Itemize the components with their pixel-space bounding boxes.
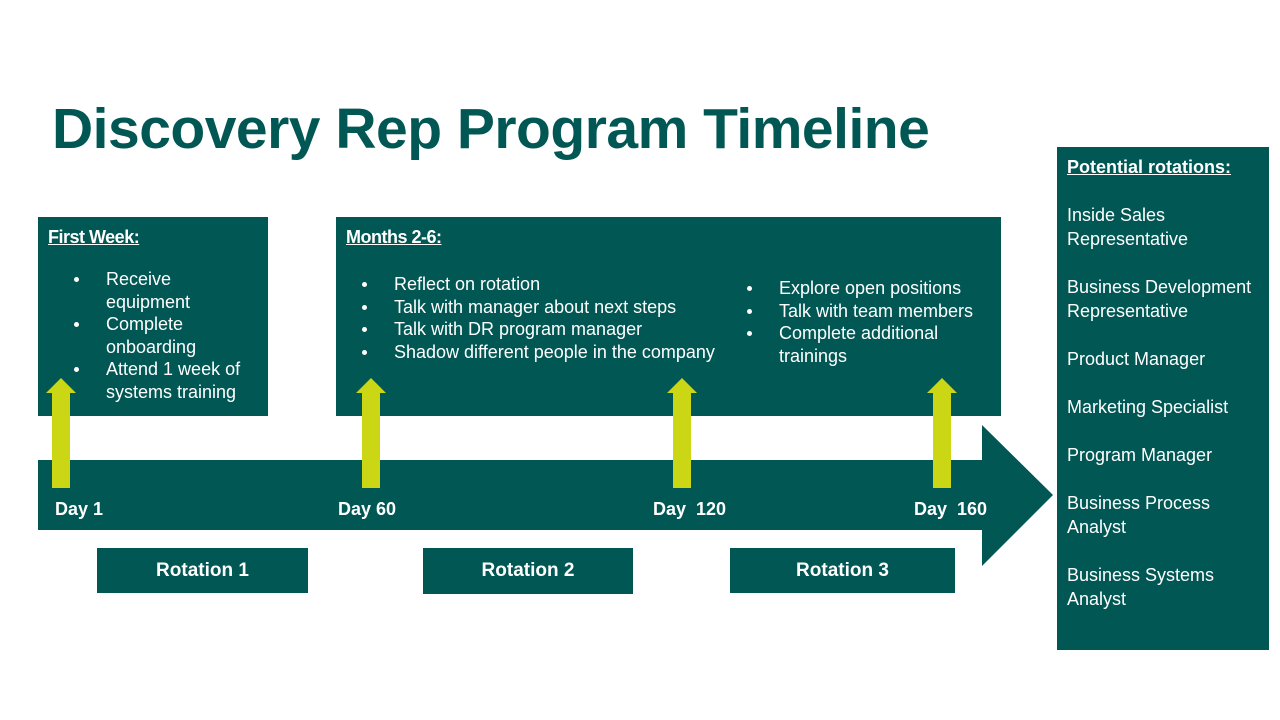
day-160-label: Day 160 (914, 499, 988, 519)
day-60-label: Day 60 (338, 499, 397, 519)
rotation-option: Business Process Analyst (1067, 493, 1211, 537)
rotation-option: Program Manager (1067, 445, 1213, 465)
rotation-1-box: Rotation 1 (97, 548, 308, 593)
panel-heading: Potential rotations: (1067, 157, 1232, 177)
rotation-option: Inside Sales Representative (1067, 205, 1189, 249)
rotation-option: Business Systems Analyst (1067, 565, 1215, 609)
timeline-arrow (38, 425, 1053, 566)
rotation-2-box: Rotation 2 (423, 548, 633, 594)
rotation-option: Marketing Specialist (1067, 397, 1229, 417)
potential-rotations-panel: Potential rotations: Inside Sales Repres… (1057, 147, 1269, 650)
rotation-option: Business Development Representative (1067, 277, 1252, 321)
rotation-option: Product Manager (1067, 349, 1206, 369)
day-1-label: Day 1 (55, 499, 104, 519)
day-120-label: Day 120 (653, 499, 727, 519)
rotation-3-box: Rotation 3 (730, 548, 955, 593)
